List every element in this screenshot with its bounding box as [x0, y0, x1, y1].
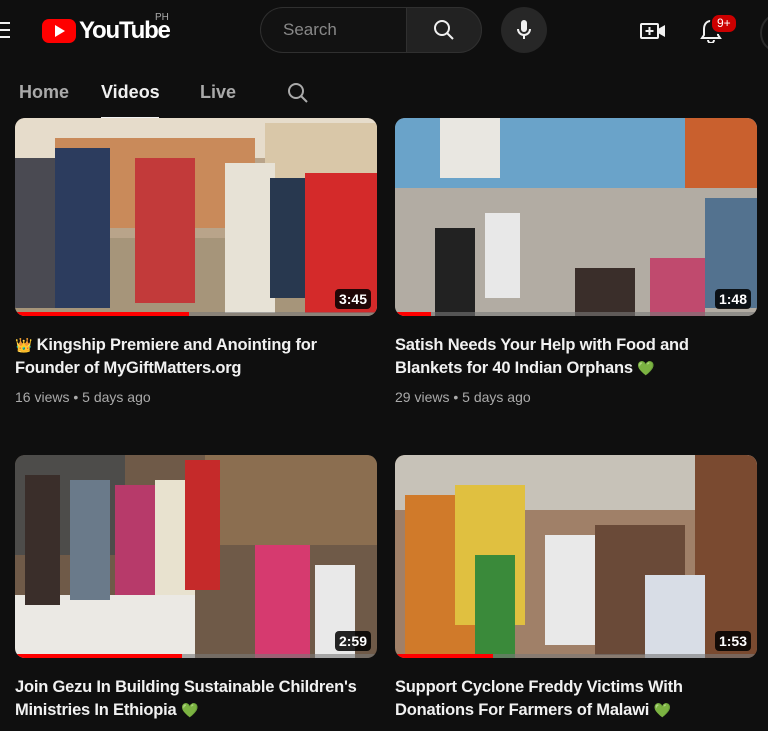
- video-card[interactable]: 1:48 Satish Needs Your Help with Food an…: [395, 118, 757, 405]
- menu-icon[interactable]: [0, 22, 10, 38]
- video-thumbnail[interactable]: 3:45: [15, 118, 377, 316]
- notification-count-badge: 9+: [710, 13, 738, 34]
- search-icon: [434, 20, 454, 40]
- watch-progress: [15, 654, 377, 658]
- video-metadata: 29 views • 5 days ago: [395, 389, 757, 405]
- watch-progress: [15, 312, 377, 316]
- publish-age: 5 days ago: [82, 389, 151, 405]
- youtube-logo[interactable]: YouTube: [42, 17, 171, 45]
- watch-progress-fill: [15, 654, 182, 658]
- mic-icon: [517, 20, 531, 39]
- video-duration: 2:59: [334, 631, 371, 651]
- video-title: Kingship Premiere and Anointing for Foun…: [15, 336, 317, 377]
- green-heart-icon: 💚: [180, 702, 199, 718]
- watch-progress-fill: [15, 312, 189, 316]
- search-button[interactable]: [406, 7, 482, 53]
- search-box[interactable]: [260, 7, 406, 53]
- video-thumbnail[interactable]: 2:59: [15, 455, 377, 658]
- video-thumbnail[interactable]: 1:48: [395, 118, 757, 316]
- watch-progress-fill: [395, 312, 432, 316]
- country-code: PH: [155, 12, 169, 23]
- youtube-play-icon: [42, 19, 76, 43]
- video-title-link[interactable]: Support Cyclone Freddy Victims With Dona…: [395, 676, 757, 722]
- thumbnail-image: [395, 455, 757, 658]
- create-video-icon: [640, 23, 665, 39]
- meta-separator: •: [73, 389, 83, 405]
- video-metadata: 16 views • 5 days ago: [15, 389, 377, 405]
- tab-live[interactable]: Live: [200, 82, 236, 103]
- search-input[interactable]: [281, 19, 405, 41]
- crown-icon: 👑: [15, 337, 33, 353]
- avatar[interactable]: [760, 14, 768, 52]
- voice-search-button[interactable]: [501, 7, 547, 53]
- video-title: Support Cyclone Freddy Victims With Dona…: [395, 678, 683, 719]
- tab-home[interactable]: Home: [19, 82, 69, 103]
- create-button[interactable]: [638, 16, 668, 46]
- meta-separator: •: [453, 389, 463, 405]
- thumbnail-image: [15, 118, 377, 316]
- video-title-link[interactable]: Satish Needs Your Help with Food and Bla…: [395, 334, 757, 380]
- watch-progress-fill: [395, 654, 493, 658]
- green-heart-icon: 💚: [653, 702, 671, 718]
- video-thumbnail[interactable]: 1:53: [395, 455, 757, 658]
- channel-tabs: Home Videos Live: [0, 62, 768, 120]
- video-title-link[interactable]: Join Gezu In Building Sustainable Childr…: [15, 676, 377, 722]
- thumbnail-image: [395, 118, 757, 316]
- masthead: YouTube PH 9+: [0, 0, 768, 62]
- video-duration: 3:45: [334, 289, 371, 309]
- tab-videos[interactable]: Videos: [101, 82, 160, 103]
- video-card[interactable]: 3:45 👑 Kingship Premiere and Anointing f…: [15, 118, 377, 405]
- video-duration: 1:48: [714, 289, 751, 309]
- thumbnail-image: [15, 455, 377, 658]
- publish-age: 5 days ago: [462, 389, 531, 405]
- view-count: 16 views: [15, 389, 70, 405]
- video-card[interactable]: 2:59 Join Gezu In Building Sustainable C…: [15, 455, 377, 722]
- video-title-link[interactable]: 👑 Kingship Premiere and Anointing for Fo…: [15, 334, 377, 380]
- search-icon[interactable]: [286, 81, 310, 105]
- view-count: 29 views: [395, 389, 450, 405]
- watch-progress: [395, 654, 757, 658]
- watch-progress: [395, 312, 757, 316]
- video-duration: 1:53: [714, 631, 751, 651]
- green-heart-icon: 💚: [637, 360, 655, 376]
- video-card[interactable]: 1:53 Support Cyclone Freddy Victims With…: [395, 455, 757, 722]
